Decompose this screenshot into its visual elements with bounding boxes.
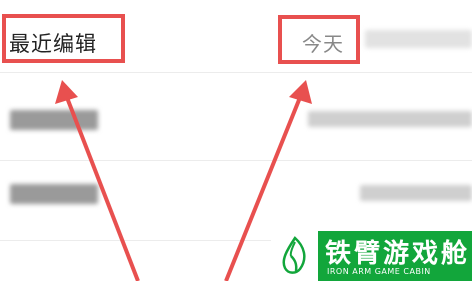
watermark-logo-icon [271,231,318,281]
watermark-subtitle: IRON ARM GAME CABIN [327,267,431,276]
watermark-title: 铁臂游戏舱 [325,239,471,269]
arrow-icon [55,80,140,281]
watermark-banner: 铁臂游戏舱 IRON ARM GAME CABIN [271,231,472,281]
